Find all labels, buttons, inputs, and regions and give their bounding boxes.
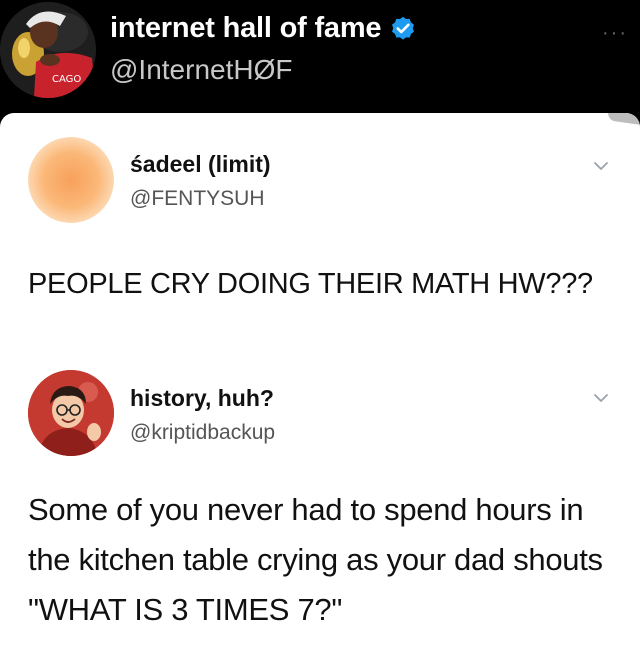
tweet-2-display-name[interactable]: history, huh? bbox=[130, 385, 274, 412]
outer-name-row: internet hall of fame bbox=[110, 12, 417, 45]
basketball-player-avatar-icon: CAGO bbox=[0, 2, 96, 98]
tweet-1-display-name[interactable]: śadeel (limit) bbox=[130, 151, 271, 178]
tweet-1-text: PEOPLE CRY DOING THEIR MATH HW??? bbox=[28, 268, 593, 300]
outer-tweet-header: CAGO internet hall of fame @InternetHØF … bbox=[0, 0, 640, 112]
verified-badge-icon bbox=[389, 15, 417, 43]
card-corner-decoration bbox=[607, 113, 640, 126]
outer-avatar[interactable]: CAGO bbox=[0, 2, 96, 98]
screenshot-page: CAGO internet hall of fame @InternetHØF … bbox=[0, 0, 640, 653]
embedded-screenshot-card: śadeel (limit) @FENTYSUH PEOPLE CRY DOIN… bbox=[0, 113, 640, 653]
svg-text:CAGO: CAGO bbox=[52, 74, 81, 85]
chevron-down-icon[interactable] bbox=[592, 389, 610, 407]
chevron-down-icon[interactable] bbox=[592, 157, 610, 175]
outer-handle[interactable]: @InternetHØF bbox=[110, 54, 292, 86]
cartoon-person-avatar-icon[interactable] bbox=[28, 370, 114, 456]
more-options-icon[interactable]: ··· bbox=[602, 22, 628, 45]
tweet-2-handle[interactable]: @kriptidbackup bbox=[130, 421, 275, 445]
orange-gradient-avatar-icon[interactable] bbox=[28, 137, 114, 223]
tweet-1-handle[interactable]: @FENTYSUH bbox=[130, 187, 265, 211]
outer-display-name[interactable]: internet hall of fame bbox=[110, 12, 382, 45]
tweet-2-text: Some of you never had to spend hours in … bbox=[28, 492, 603, 627]
